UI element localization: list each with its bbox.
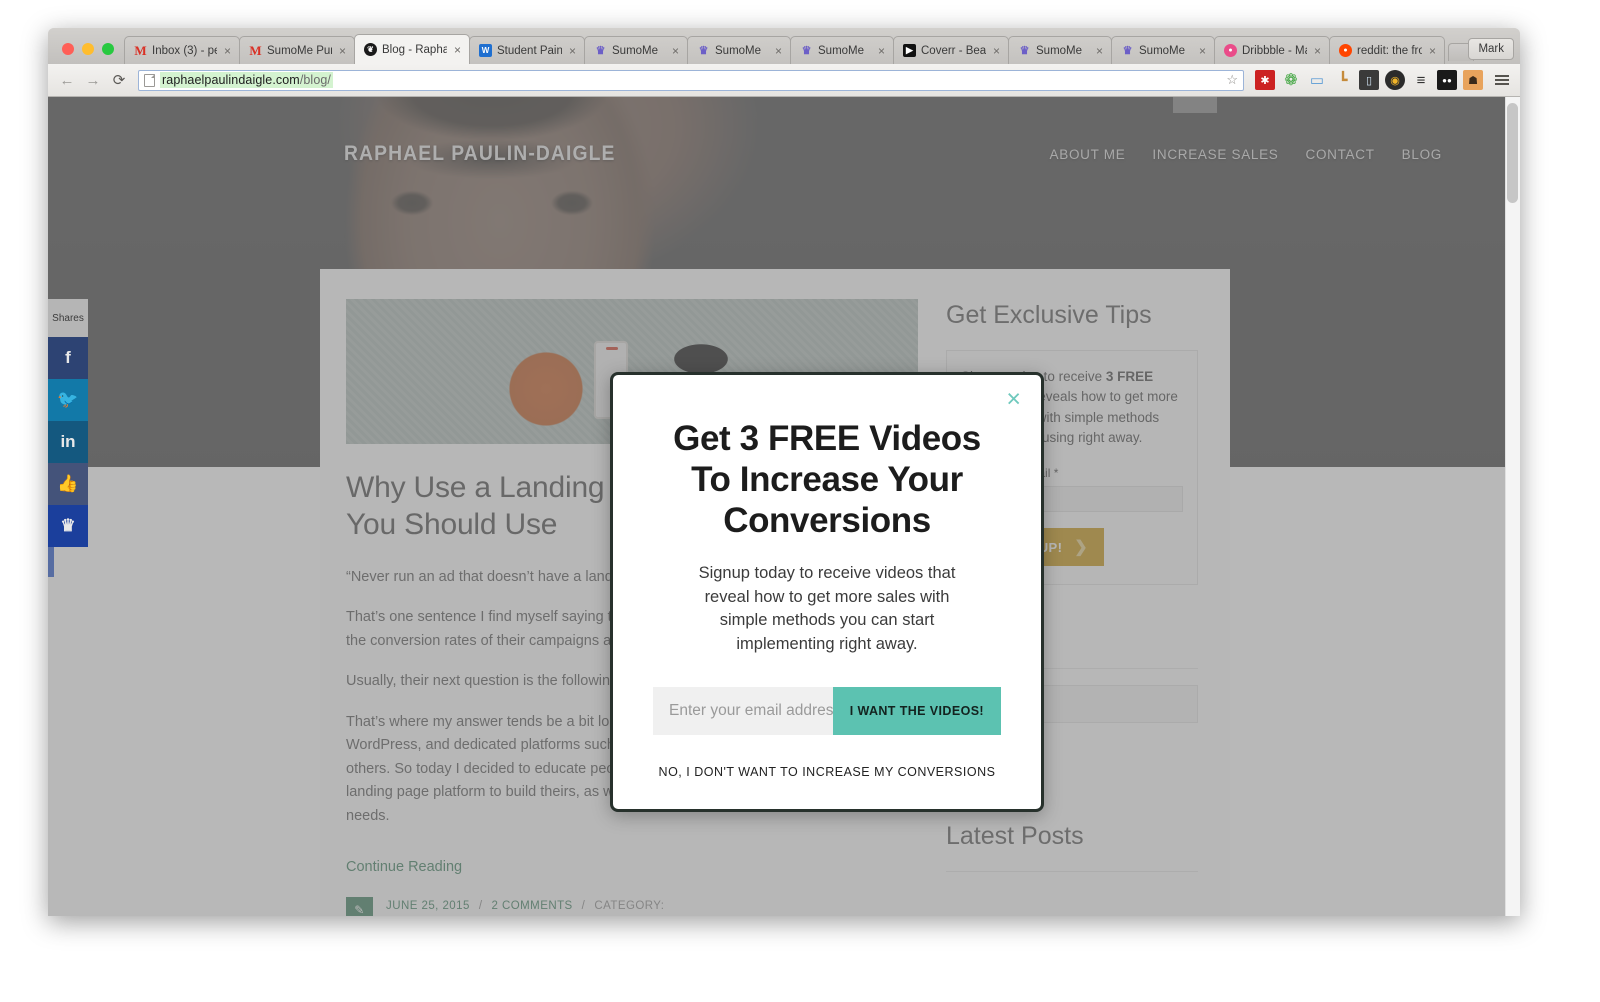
sumome-icon: ♛ — [801, 45, 812, 57]
tab-close-icon[interactable]: × — [452, 44, 463, 56]
browser-tab-9[interactable]: ♛ SumoMe × — [1111, 36, 1215, 64]
share-twitter-button[interactable]: 🐦 — [48, 379, 88, 421]
page-scrollbar-thumb[interactable] — [1507, 103, 1518, 203]
browser-window: M Inbox (3) - peck × M SumoMe Purch × ❦ … — [48, 28, 1520, 916]
browser-tab-7[interactable]: ▶ Coverr - Beauti × — [893, 36, 1009, 64]
address-bar[interactable]: raphaelpaulindaigle.com/blog/ ☆ — [138, 69, 1244, 91]
url-domain: raphaelpaulindaigle.com — [162, 73, 300, 87]
url-text: raphaelpaulindaigle.com/blog/ — [160, 72, 333, 88]
browser-tab-4[interactable]: ♛ SumoMe × — [584, 36, 688, 64]
tab-close-icon[interactable]: × — [1312, 45, 1323, 57]
browser-tab-11[interactable]: ● reddit: the front × — [1329, 36, 1445, 64]
modal-headline: Get 3 FREE Videos To Increase Your Conve… — [673, 419, 981, 540]
tab-title: Inbox (3) - peck — [152, 44, 217, 57]
bookmark-star-icon[interactable]: ☆ — [1226, 72, 1238, 88]
tab-title: Dribbble - Mark — [1242, 44, 1307, 57]
share-sumome-button[interactable]: ♛ — [48, 505, 88, 547]
tab-strip: M Inbox (3) - peck × M SumoMe Purch × ❦ … — [48, 28, 1520, 64]
tab-close-icon[interactable]: × — [876, 45, 887, 57]
tab-title: Student Painte — [497, 44, 562, 57]
page-document-icon — [144, 73, 155, 87]
window-controls — [56, 43, 124, 64]
glasses-icon[interactable]: ●● — [1437, 70, 1457, 90]
reload-button[interactable]: ⟳ — [108, 69, 130, 91]
tab-title: SumoMe — [612, 44, 659, 57]
browser-menu-icon[interactable] — [1492, 75, 1512, 85]
layers-icon[interactable]: ≡ — [1411, 70, 1431, 90]
modal-submit-button[interactable]: I WANT THE VIDEOS! — [832, 686, 1001, 735]
share-facebook-button[interactable]: f — [48, 337, 88, 379]
signpost-icon[interactable]: ┗ — [1333, 70, 1353, 90]
device-preview-icon[interactable]: ▯ — [1359, 70, 1379, 90]
tab-title: SumoMe — [818, 44, 865, 57]
url-path: /blog/ — [299, 73, 331, 87]
coverr-icon: ▶ — [903, 44, 916, 57]
tab-title: SumoMe — [1139, 44, 1186, 57]
close-icon[interactable]: × — [1006, 387, 1021, 412]
browser-tab-3[interactable]: W Student Painte × — [469, 36, 585, 64]
tab-close-icon[interactable]: × — [773, 45, 784, 57]
tab-close-icon[interactable]: × — [991, 45, 1002, 57]
browser-tab-6[interactable]: ♛ SumoMe × — [790, 36, 894, 64]
forward-button[interactable]: → — [82, 69, 104, 91]
back-button[interactable]: ← — [56, 69, 78, 91]
profile-chip[interactable]: Mark — [1468, 38, 1514, 60]
sumome-icon: ♛ — [698, 45, 709, 57]
share-linkedin-button[interactable]: in — [48, 421, 88, 463]
dribbble-icon: ● — [1224, 44, 1237, 57]
gmail-icon: M — [134, 42, 147, 58]
tab-title: SumoMe — [1036, 44, 1083, 57]
browser-toolbar: ← → ⟳ raphaelpaulindaigle.com/blog/ ☆ ✱ … — [48, 64, 1520, 97]
tab-close-icon[interactable]: × — [567, 45, 578, 57]
color-wheel-icon[interactable]: ❁ — [1281, 70, 1301, 90]
modal-decline-link[interactable]: NO, I DON'T WANT TO INCREASE MY CONVERSI… — [659, 765, 996, 779]
minimize-window-button[interactable] — [82, 43, 94, 55]
optin-modal: × Get 3 FREE Videos To Increase Your Con… — [610, 372, 1044, 812]
student-painters-icon: W — [479, 44, 492, 57]
tab-title: Blog - Raphael — [382, 43, 447, 56]
gmail-icon: M — [249, 42, 262, 58]
modal-email-input[interactable]: Enter your email address — [653, 686, 833, 735]
browser-tab-5[interactable]: ♛ SumoMe × — [687, 36, 791, 64]
tab-close-icon[interactable]: × — [1094, 45, 1105, 57]
tab-close-icon[interactable]: × — [1197, 45, 1208, 57]
maximize-window-button[interactable] — [102, 43, 114, 55]
camera-lens-icon[interactable]: ◉ — [1385, 70, 1405, 90]
screenshot-icon[interactable]: ▭ — [1307, 70, 1327, 90]
page-viewport: RAPHAEL PAULIN-DAIGLE ABOUT ME INCREASE … — [48, 97, 1520, 916]
sumome-icon: ♛ — [595, 45, 606, 57]
adblock-icon[interactable]: ✱ — [1255, 70, 1275, 90]
browser-tab-1[interactable]: M SumoMe Purch × — [239, 36, 355, 64]
share-count-label: Shares — [48, 299, 88, 337]
tab-close-icon[interactable]: × — [1427, 45, 1438, 57]
browser-tab-8[interactable]: ♛ SumoMe × — [1008, 36, 1112, 64]
tab-title: SumoMe Purch — [267, 44, 332, 57]
tab-title: Coverr - Beauti — [921, 44, 986, 57]
blog-favicon-icon: ❦ — [364, 43, 377, 56]
sumome-icon: ♛ — [1019, 45, 1030, 57]
browser-tab-0[interactable]: M Inbox (3) - peck × — [124, 36, 240, 64]
tab-close-icon[interactable]: × — [337, 45, 348, 57]
tab-close-icon[interactable]: × — [222, 45, 233, 57]
social-share-bar: Shares f 🐦 in 👍 ♛ — [48, 299, 88, 547]
tab-title: reddit: the front — [1357, 44, 1422, 57]
tab-title: SumoMe — [715, 44, 762, 57]
browser-tab-2-active[interactable]: ❦ Blog - Raphael × — [354, 34, 470, 64]
robot-icon[interactable]: ☗ — [1463, 70, 1483, 90]
modal-signup-form: Enter your email address I WANT THE VIDE… — [653, 686, 1001, 735]
browser-tab-10[interactable]: ● Dribbble - Mark × — [1214, 36, 1330, 64]
share-like-button[interactable]: 👍 — [48, 463, 88, 505]
page-scrollbar-track[interactable] — [1505, 97, 1520, 916]
sumome-icon: ♛ — [1122, 45, 1133, 57]
close-window-button[interactable] — [62, 43, 74, 55]
modal-subtext: Signup today to receive videos that reve… — [698, 563, 956, 654]
tab-close-icon[interactable]: × — [670, 45, 681, 57]
reddit-icon: ● — [1339, 44, 1352, 57]
